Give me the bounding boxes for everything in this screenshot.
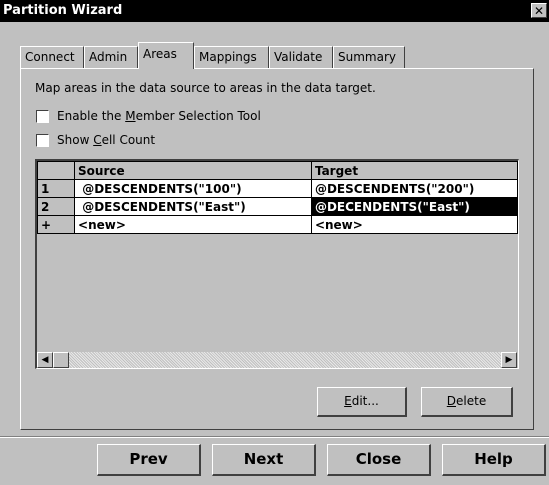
close-icon[interactable]: ✕ <box>531 3 547 18</box>
areas-table: Source Target 1 @DESCENDENTS("100") @DES… <box>36 161 519 234</box>
row-number[interactable]: 2 <box>36 197 76 216</box>
window-title: Partition Wizard <box>3 3 123 18</box>
tab-validate[interactable]: Validate <box>269 46 333 68</box>
prev-button[interactable]: Prev <box>97 444 201 476</box>
delete-button[interactable]: Delete <box>421 387 513 417</box>
title-bar: Partition Wizard ✕ <box>0 0 549 22</box>
target-cell-selected[interactable]: @DECENDENTS("East") <box>310 197 519 216</box>
table-row: 1 @DESCENDENTS("100") @DESCENDENTS("200"… <box>36 179 519 198</box>
footer-separator <box>0 436 549 438</box>
help-button[interactable]: Help <box>442 444 546 476</box>
source-cell[interactable]: @DESCENDENTS("100") <box>74 179 312 198</box>
table-row: + <new> <new> <box>36 215 519 234</box>
source-cell-new[interactable]: <new> <box>74 215 312 234</box>
panel-description: Map areas in the data source to areas in… <box>35 81 376 95</box>
column-header-target[interactable]: Target <box>310 161 519 180</box>
show-cell-count-checkbox[interactable] <box>36 133 49 147</box>
edit-button[interactable]: Edit... <box>317 387 407 417</box>
target-cell[interactable]: @DESCENDENTS("200") <box>310 179 519 198</box>
grid-header-row: Source Target <box>36 161 519 180</box>
tab-admin[interactable]: Admin <box>84 46 138 68</box>
column-header-source[interactable]: Source <box>74 161 312 180</box>
row-number[interactable]: + <box>36 215 76 234</box>
horizontal-scrollbar[interactable]: ◀ ▶ <box>37 352 517 368</box>
enable-member-tool-checkbox[interactable] <box>36 109 49 123</box>
areas-panel: Map areas in the data source to areas in… <box>20 68 534 430</box>
areas-grid[interactable]: Source Target 1 @DESCENDENTS("100") @DES… <box>35 159 519 369</box>
target-cell-new[interactable]: <new> <box>310 215 519 234</box>
enable-member-tool-label: Enable the Member Selection Tool <box>57 109 261 123</box>
table-row: 2 @DESCENDENTS("East") @DECENDENTS("East… <box>36 197 519 216</box>
scroll-left-icon[interactable]: ◀ <box>37 352 53 368</box>
enable-member-tool-option[interactable]: Enable the Member Selection Tool <box>36 109 261 123</box>
close-button[interactable]: Close <box>327 444 431 476</box>
scroll-right-icon[interactable]: ▶ <box>501 352 517 368</box>
show-cell-count-option[interactable]: Show Cell Count <box>36 133 155 147</box>
source-cell[interactable]: @DESCENDENTS("East") <box>74 197 312 216</box>
next-button[interactable]: Next <box>212 444 316 476</box>
tab-areas[interactable]: Areas <box>138 42 194 69</box>
tab-mappings[interactable]: Mappings <box>194 46 269 68</box>
tab-summary[interactable]: Summary <box>333 46 405 68</box>
tab-connect[interactable]: Connect <box>20 46 84 68</box>
corner-cell <box>36 161 76 180</box>
row-number[interactable]: 1 <box>36 179 76 198</box>
show-cell-count-label: Show Cell Count <box>57 133 156 147</box>
scroll-thumb[interactable] <box>53 352 69 368</box>
